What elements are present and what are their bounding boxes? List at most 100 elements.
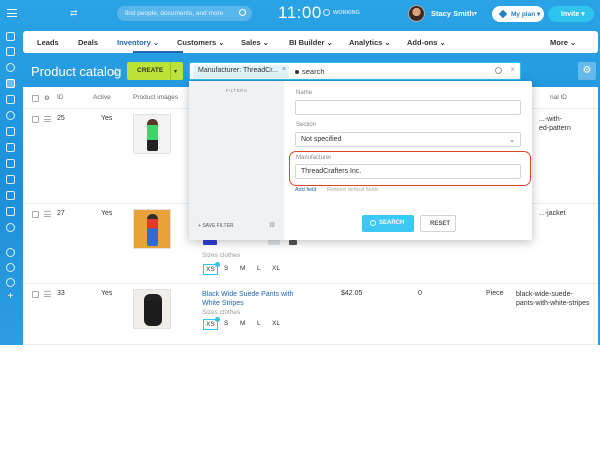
tasks-icon[interactable] <box>6 127 15 136</box>
work-status[interactable]: WORKING <box>333 10 360 16</box>
star-icon[interactable]: ☆ <box>111 65 121 78</box>
size-xs[interactable]: XS <box>203 317 220 330</box>
color-swatch[interactable] <box>268 240 280 245</box>
row-menu-icon[interactable] <box>44 116 51 122</box>
search-icon[interactable] <box>495 67 502 74</box>
row-active: Yes <box>101 290 113 297</box>
filter-icon[interactable] <box>6 79 15 88</box>
nav-deals[interactable]: Deals <box>78 38 98 47</box>
nav-customers[interactable]: Customers ⌄ <box>177 38 225 47</box>
table-row[interactable]: 33 Yes Black Wide Suede Pants with White… <box>23 284 598 345</box>
product-image[interactable] <box>133 209 171 249</box>
filter-tag[interactable]: Manufacturer: ThreadCr... <box>193 65 289 78</box>
section-select[interactable]: Not specified ⌄ <box>295 132 521 147</box>
grid-settings-button[interactable]: ⚙ <box>578 62 596 80</box>
phone-icon[interactable] <box>6 63 15 72</box>
row-id: 33 <box>57 290 65 297</box>
size-l[interactable]: L <box>257 320 261 327</box>
chevron-down-icon: ⌄ <box>509 137 515 144</box>
nav-sales[interactable]: Sales ⌄ <box>241 38 269 47</box>
sizes-label: Sizes clothes <box>202 252 241 259</box>
size-xs[interactable]: XS <box>203 262 220 275</box>
size-s[interactable]: S <box>224 320 228 327</box>
row-checkbox[interactable] <box>32 291 39 298</box>
nav-inventory[interactable]: Inventory ⌄ <box>117 38 159 47</box>
user-name[interactable]: Stacy Smith <box>431 9 474 18</box>
invite-label: Invite <box>561 11 580 18</box>
app-window: ⇄ find people, documents, and more 11:00… <box>0 0 600 345</box>
list-icon[interactable] <box>6 175 15 184</box>
diamond-icon <box>498 9 508 19</box>
add-field-link[interactable]: Add field <box>295 187 316 193</box>
row-menu-icon[interactable] <box>44 211 51 217</box>
filter-tag-remove-icon[interactable]: × <box>282 66 286 73</box>
inbox-icon[interactable] <box>6 47 15 56</box>
filter-search-bar[interactable]: Manufacturer: ThreadCr... × search × <box>189 62 521 80</box>
contacts-icon[interactable] <box>6 191 15 200</box>
filter-search-input[interactable]: search <box>295 67 325 76</box>
header-active[interactable]: Active <box>93 94 111 101</box>
save-filter-button[interactable]: + SAVE FILTER <box>198 223 234 229</box>
left-sidebar: + <box>0 28 22 345</box>
gear-icon[interactable] <box>6 278 15 287</box>
color-swatch[interactable] <box>203 240 217 245</box>
gear-icon[interactable]: ⚙ <box>269 221 275 229</box>
row-menu-icon[interactable] <box>44 291 51 297</box>
size-s[interactable]: S <box>224 265 228 272</box>
calendar-icon[interactable] <box>6 143 15 152</box>
user-icon[interactable] <box>6 263 15 272</box>
avatar[interactable] <box>408 5 425 22</box>
close-icon[interactable]: × <box>510 65 515 74</box>
swap-icon[interactable]: ⇄ <box>70 8 78 19</box>
global-search-input[interactable]: find people, documents, and more <box>117 6 252 21</box>
clock: 11:00 <box>278 3 322 22</box>
target-icon[interactable] <box>6 111 15 120</box>
size-m[interactable]: M <box>240 265 245 272</box>
header-id[interactable]: ID <box>57 94 64 101</box>
product-image[interactable] <box>133 114 171 154</box>
reset-button[interactable]: RESET <box>420 215 456 232</box>
restore-default-fields-link[interactable]: Restore default fields <box>327 187 379 193</box>
filter-popup: FILTERS + SAVE FILTER ⚙ Name Section Not… <box>189 81 532 240</box>
pen-icon[interactable] <box>6 159 15 168</box>
feed-icon[interactable] <box>6 95 15 104</box>
row-checkbox[interactable] <box>32 116 39 123</box>
nav-more[interactable]: More ⌄ <box>550 38 576 47</box>
nav-analytics[interactable]: Analytics ⌄ <box>349 38 391 47</box>
name-input[interactable] <box>295 100 521 115</box>
filter-tag-label: Manufacturer: ThreadCr... <box>198 67 279 74</box>
nav-bi-builder[interactable]: BI Builder ⌄ <box>289 38 333 47</box>
search-icon <box>370 220 376 226</box>
my-plan-button[interactable]: My plan ▾ <box>492 6 544 22</box>
settings-col-icon[interactable]: ⚙ <box>44 94 50 102</box>
chat-icon[interactable] <box>6 32 15 41</box>
color-swatch[interactable] <box>289 240 297 245</box>
header-external-id[interactable]: nal ID <box>550 94 567 101</box>
product-name-link[interactable]: Black Wide Suede Pants with White Stripe… <box>202 290 312 308</box>
create-menu-button[interactable]: ▾ <box>170 62 183 80</box>
manufacturer-input[interactable]: ThreadCrafters Inc. <box>295 164 521 179</box>
size-xl[interactable]: XL <box>272 265 280 272</box>
plus-icon[interactable]: + <box>6 292 15 302</box>
nav-addons[interactable]: Add-ons ⌄ <box>407 38 446 47</box>
select-all-checkbox[interactable] <box>32 95 39 102</box>
drive-icon[interactable] <box>6 207 15 216</box>
invite-button[interactable]: Invite ▾ <box>548 6 594 22</box>
chevron-down-icon[interactable]: ▾ <box>474 10 477 17</box>
size-m[interactable]: M <box>240 320 245 327</box>
size-l[interactable]: L <box>257 265 261 272</box>
size-xl[interactable]: XL <box>272 320 280 327</box>
product-image[interactable] <box>133 289 171 329</box>
row-checkbox[interactable] <box>32 211 39 218</box>
menu-icon[interactable] <box>7 9 17 17</box>
nav-leads[interactable]: Leads <box>37 38 59 47</box>
help-icon[interactable] <box>6 248 15 257</box>
sizes-label: Sizes clothes <box>202 309 241 316</box>
nav-active-underline <box>133 51 183 53</box>
search-button[interactable]: SEARCH <box>362 215 414 232</box>
settings-icon[interactable] <box>6 223 15 232</box>
filters-panel-label: FILTERS <box>225 88 248 93</box>
create-label: CREATE <box>137 67 164 74</box>
my-plan-label: My plan <box>511 11 536 18</box>
header-images[interactable]: Product images <box>133 94 178 101</box>
